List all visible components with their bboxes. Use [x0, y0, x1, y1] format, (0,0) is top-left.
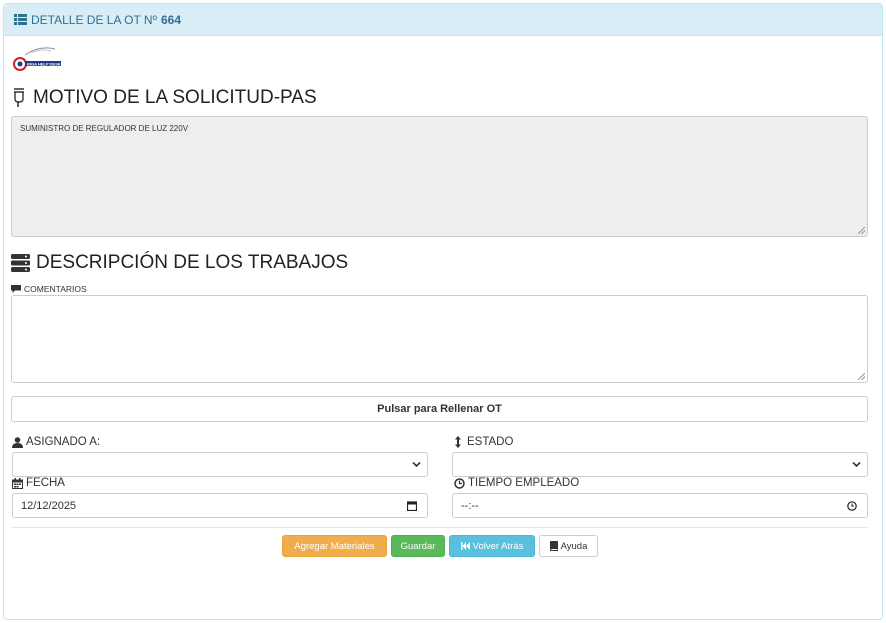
comment-icon [11, 285, 21, 293]
hand-pointer-icon [14, 88, 24, 107]
logo-text: RIGA HELP DESK [27, 61, 61, 66]
calendar-icon [12, 477, 23, 489]
motivo-title: MOTIVO DE LA SOLICITUD-PAS [11, 87, 317, 109]
calendar-picker-icon[interactable] [407, 501, 417, 511]
descripcion-title: DESCRIPCIÓN DE LOS TRABAJOS [11, 252, 348, 274]
list-icon [14, 14, 27, 25]
divider [11, 527, 868, 528]
comments-textarea[interactable] [11, 295, 868, 383]
chevron-down-icon [412, 461, 421, 468]
motivo-textarea: SUMINISTRO DE REGULADOR DE LUZ 220V [11, 116, 868, 237]
resize-handle[interactable] [858, 227, 865, 234]
save-button[interactable]: Guardar [391, 535, 445, 557]
estado-select[interactable] [452, 452, 868, 477]
user-icon [12, 436, 23, 448]
estado-label: ESTADO [454, 436, 513, 448]
company-logo: RIGA HELP DESK [13, 47, 61, 71]
ot-number: 664 [160, 12, 182, 27]
fecha-label: FECHA [12, 477, 65, 489]
book-icon [549, 541, 558, 551]
page-title: DETALLE DE LA OT Nº [31, 12, 157, 27]
vertical-arrows-icon [455, 436, 461, 448]
comments-label: COMENTARIOS [11, 284, 87, 294]
tiempo-label: TIEMPO EMPLEADO [454, 477, 579, 489]
fecha-input[interactable]: 12/12/2025 [12, 493, 428, 518]
asignado-select[interactable] [12, 452, 428, 477]
tiempo-input[interactable]: --:-- [452, 493, 868, 518]
clock-icon [454, 477, 465, 489]
resize-handle[interactable] [858, 373, 865, 380]
motivo-text: SUMINISTRO DE REGULADOR DE LUZ 220V [20, 124, 189, 133]
help-button[interactable]: Ayuda [539, 535, 598, 557]
panel-heading: DETALLE DE LA OT Nº 664 [4, 4, 882, 36]
fast-backward-icon [460, 542, 470, 550]
asignado-label: ASIGNADO A: [12, 436, 100, 448]
server-icon [11, 254, 30, 272]
add-materials-button[interactable]: Agregar Materiales [282, 535, 387, 557]
back-button[interactable]: Volver Atrás [449, 535, 535, 557]
fill-ot-button[interactable]: Pulsar para Rellenar OT [11, 396, 868, 422]
clock-picker-icon[interactable] [847, 501, 857, 511]
chevron-down-icon [852, 461, 861, 468]
